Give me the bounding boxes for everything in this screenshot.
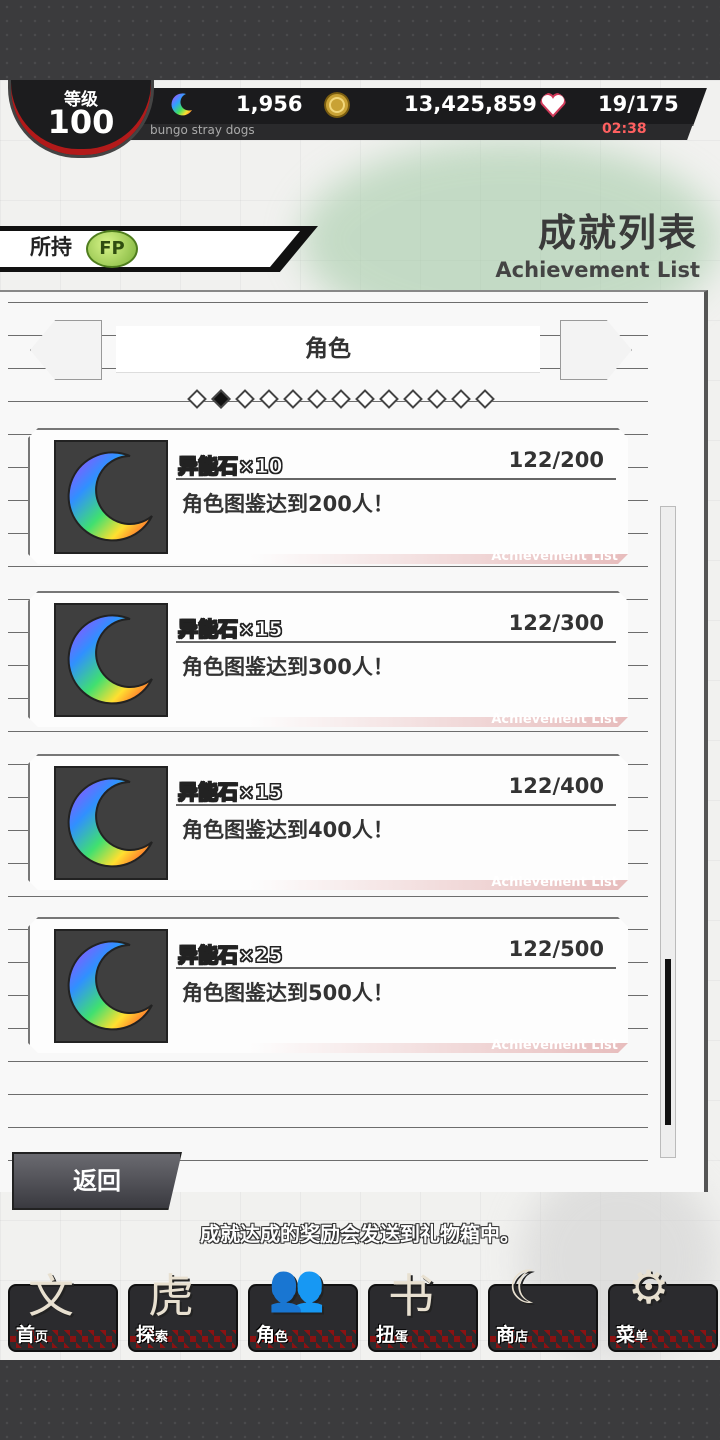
achievement-card[interactable]: 异能石×15 122/400 角色图鉴达到400人！ Achievement List [28, 754, 628, 890]
fp-badge-icon: FP [86, 230, 138, 268]
heart-icon [540, 92, 566, 118]
nav-item[interactable]: ⚙ 菜单 [608, 1260, 720, 1352]
page-dot[interactable] [379, 389, 399, 409]
top-letterbox [0, 0, 720, 80]
scrollbar-thumb[interactable] [665, 959, 671, 1125]
page-dot[interactable] [403, 389, 423, 409]
reward-label: 异能石×25 [178, 943, 284, 968]
achievement-description: 角色图鉴达到300人！ [182, 655, 394, 679]
gear-icon: ⚙ [628, 1260, 670, 1314]
status-bar: 等级 100 1,956 13,425,859 19/175 bungo str… [0, 80, 720, 158]
coin-icon [324, 92, 350, 118]
reward-label: 异能石×15 [178, 780, 284, 805]
page-indicator [187, 388, 495, 409]
moon-gem-icon [67, 451, 153, 542]
moon-gem-icon [67, 777, 153, 868]
progress-count: 122/500 [508, 937, 604, 961]
page-dot[interactable] [355, 389, 375, 409]
reward-icon-box [54, 603, 168, 717]
bottom-nav: 文首页虎探索 👥 角色书扭蛋 ☾ 商店 ⚙ 菜单 [0, 1260, 720, 1358]
achievement-description: 角色图鉴达到200人！ [182, 492, 394, 516]
page-dot[interactable] [451, 389, 471, 409]
book-icon: 书 [388, 1269, 434, 1323]
moon-gem-icon: ☾ [508, 1260, 550, 1314]
game-screen: 等级 100 1,956 13,425,859 19/175 bungo str… [0, 80, 720, 1360]
progress-count: 122/300 [508, 611, 604, 635]
reward-icon-box [54, 440, 168, 554]
gem-count: 1,956 [236, 92, 303, 116]
progress-count: 122/200 [508, 448, 604, 472]
home-icon: 文 [28, 1269, 74, 1323]
tiger-icon: 虎 [148, 1269, 194, 1323]
scrollbar[interactable] [660, 506, 676, 1158]
reward-icon-box [54, 766, 168, 880]
moon-gem-icon [67, 614, 153, 705]
page-dot[interactable] [235, 389, 255, 409]
page-dot[interactable] [211, 389, 231, 409]
card-tag: Achievement List [491, 712, 618, 727]
achievement-panel: 角色 [0, 290, 708, 1192]
page-dot[interactable] [283, 389, 303, 409]
card-tag: Achievement List [491, 549, 618, 564]
stamina-timer: 02:38 [602, 121, 647, 137]
nav-item[interactable]: 虎探索 [128, 1260, 240, 1352]
level-value: 100 [47, 103, 115, 141]
nav-label: 首页 [16, 1324, 49, 1346]
page-title: 成就列表 [537, 211, 698, 255]
card-tag: Achievement List [491, 875, 618, 890]
card-tag: Achievement List [491, 1038, 618, 1053]
nav-label: 菜单 [616, 1324, 649, 1346]
nav-label: 探索 [136, 1324, 169, 1346]
nav-label: 扭蛋 [376, 1324, 409, 1346]
progress-count: 122/400 [508, 774, 604, 798]
reward-icon-box [54, 929, 168, 1043]
fp-label: 所持 [30, 235, 72, 259]
page-subtitle: Achievement List [495, 258, 700, 282]
back-button[interactable]: 返回 [12, 1152, 182, 1210]
stamina-count: 19/175 [598, 92, 679, 116]
bottom-letterbox [0, 1360, 720, 1440]
achievement-card[interactable]: 异能石×10 122/200 角色图鉴达到200人！ Achievement List [28, 428, 628, 564]
nav-item[interactable]: 书扭蛋 [368, 1260, 480, 1352]
page-dot[interactable] [475, 389, 495, 409]
achievement-description: 角色图鉴达到500人！ [182, 981, 394, 1005]
nav-label: 商店 [496, 1324, 529, 1346]
moon-gem-icon [67, 940, 153, 1031]
gem-icon [171, 93, 192, 116]
reward-notice: 成就达成的奖励会发送到礼物箱中。 [200, 1222, 520, 1246]
page-dot[interactable] [187, 389, 207, 409]
nav-item[interactable]: 文首页 [8, 1260, 120, 1352]
coin-count: 13,425,859 [404, 92, 537, 116]
reward-label: 异能石×15 [178, 617, 284, 642]
nav-label: 角色 [256, 1324, 289, 1346]
category-title: 角色 [116, 326, 540, 373]
nav-item[interactable]: 👥 角色 [248, 1260, 360, 1352]
achievement-card[interactable]: 异能石×25 122/500 角色图鉴达到500人！ Achievement List [28, 917, 628, 1053]
page-dot[interactable] [259, 389, 279, 409]
page-dot[interactable] [307, 389, 327, 409]
fp-value: 633点 [138, 239, 200, 263]
characters-icon: 👥 [268, 1260, 326, 1314]
page-dot[interactable] [331, 389, 351, 409]
brand-text: bungo stray dogs [150, 123, 255, 137]
reward-label: 异能石×10 [178, 454, 284, 479]
page-dot[interactable] [427, 389, 447, 409]
achievement-card[interactable]: 异能石×15 122/300 角色图鉴达到300人！ Achievement List [28, 591, 628, 727]
achievement-description: 角色图鉴达到400人！ [182, 818, 394, 842]
nav-item[interactable]: ☾ 商店 [488, 1260, 600, 1352]
level-badge: 等级 100 [8, 80, 154, 158]
